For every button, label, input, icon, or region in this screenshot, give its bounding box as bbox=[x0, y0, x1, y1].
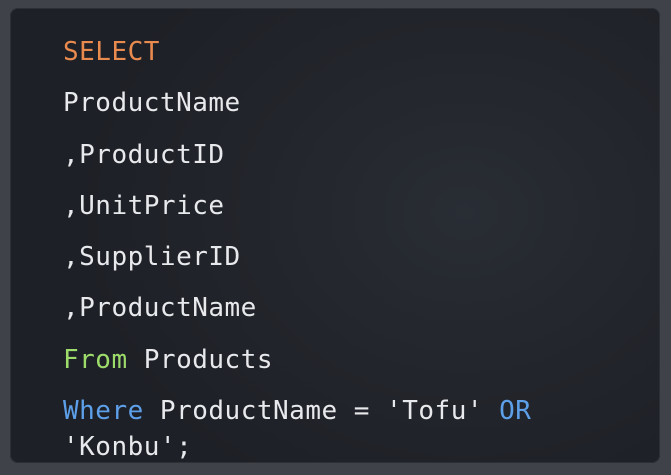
code-line-where-continued: 'Konbu'; bbox=[63, 428, 531, 464]
where-continuation: 'Konbu'; bbox=[63, 432, 193, 463]
or-keyword: OR bbox=[499, 396, 532, 427]
code-line-column: ProductName bbox=[63, 84, 531, 135]
column-name: ,ProductID bbox=[63, 139, 225, 170]
code-line-from: From Products bbox=[63, 341, 531, 392]
table-name: Products bbox=[127, 344, 274, 375]
where-condition: ProductName = 'Tofu' bbox=[143, 396, 500, 427]
column-name: ,SupplierID bbox=[63, 242, 241, 273]
code-line-select: SELECT bbox=[63, 33, 531, 84]
select-keyword: SELECT bbox=[63, 37, 160, 67]
where-keyword: Where bbox=[63, 396, 144, 427]
column-name: ,UnitPrice bbox=[63, 190, 225, 221]
code-line-column: ,ProductID bbox=[63, 136, 531, 187]
column-name: ,ProductName bbox=[63, 293, 257, 324]
code-line-column: ,SupplierID bbox=[63, 238, 531, 289]
screen-frame: SELECT ProductName ,ProductID ,UnitPrice… bbox=[0, 0, 671, 475]
from-keyword: From bbox=[63, 344, 128, 375]
code-line-column: ,ProductName bbox=[63, 289, 531, 340]
code-line-column: ,UnitPrice bbox=[63, 187, 531, 238]
code-line-where: Where ProductName = 'Tofu' OR bbox=[63, 392, 531, 428]
column-name: ProductName bbox=[63, 88, 241, 119]
sql-code-block: SELECT ProductName ,ProductID ,UnitPrice… bbox=[63, 33, 531, 464]
